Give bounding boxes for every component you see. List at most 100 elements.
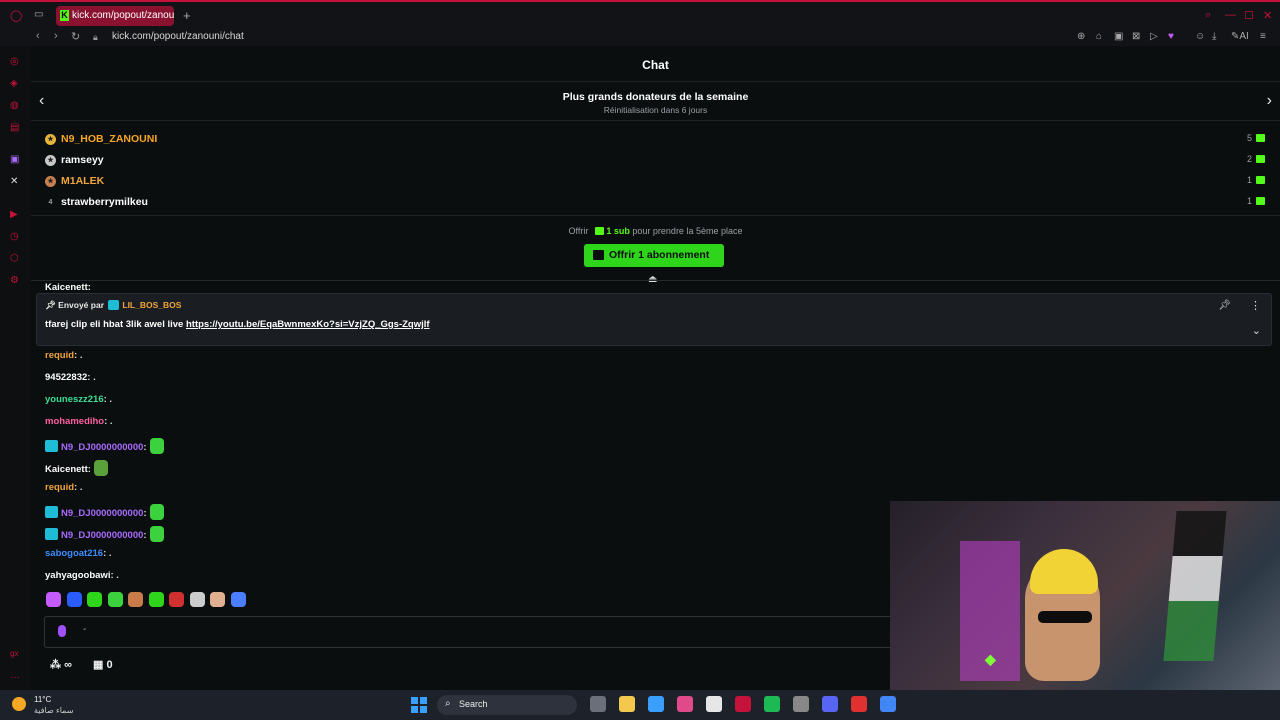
opera-logo-icon[interactable]: ◯ [10,9,22,22]
taskbar-app-icon[interactable] [793,696,809,712]
quick-emote-icon[interactable] [46,592,61,607]
quick-emote-icon[interactable] [66,592,82,607]
expand-chevron-icon[interactable]: ⌄ [1252,324,1261,337]
sidebar-settings-icon[interactable]: ⚙ [10,275,19,286]
ai-icon[interactable]: ✎AI [1231,31,1249,42]
chat-username[interactable]: requid [45,482,74,493]
sidebar-mail-icon[interactable]: ▤ [10,122,19,133]
chat-message: 94522832: . [45,372,96,383]
quick-emote-icon[interactable] [107,592,123,607]
chat-text: : [143,442,147,453]
chat-message: sabogoat216: . [45,548,112,559]
minimize-icon[interactable]: — [1225,9,1236,21]
gift-sub-button[interactable]: Offrir 1 abonnement [584,244,724,267]
play-icon[interactable]: ▷ [1150,31,1158,42]
next-arrow-icon[interactable]: › [1267,92,1272,110]
profile-icon[interactable]: ☺ [1195,31,1205,42]
chat-username[interactable]: youneszz216 [45,394,104,405]
chat-message: N9_DJ0000000000: [45,526,164,542]
donor-name[interactable]: strawberrymilkeu [61,196,148,208]
chat-username[interactable]: 94522832 [45,372,87,383]
gift-icon [593,250,604,260]
taskbar-app-icon[interactable] [822,696,838,712]
more-options-icon[interactable]: ⋮ [1250,299,1261,312]
taskbar-app-icon[interactable] [735,696,751,712]
chat-username[interactable]: N9_DJ0000000000 [61,508,143,519]
chat-username[interactable]: mohamediho [45,416,104,427]
sidebar-extensions-icon[interactable]: ⬡ [10,253,19,264]
taskbar-app-icon[interactable] [851,696,867,712]
quick-emote-icon[interactable] [230,592,246,607]
chat-message: requid: . [45,350,82,361]
points-value: ∞ [64,659,72,671]
gift-count: 0 [106,659,113,671]
quick-emote-icon[interactable] [128,592,143,607]
top-donors-header: ‹ Plus grands donateurs de la semaine Ré… [31,83,1280,121]
donor-name[interactable]: M1ALEK [61,175,104,187]
taskbar-app-icon[interactable] [764,696,780,712]
taskbar-app-icon[interactable] [648,696,664,712]
quick-emote-icon[interactable] [210,592,225,607]
donor-name[interactable]: ramseyy [61,154,104,166]
tab-menu-icon[interactable]: ▭ [34,9,43,20]
gift-store-icon[interactable]: ▦ [93,659,103,671]
sub-icon [1256,176,1265,184]
camera-icon[interactable]: ▣ [1114,31,1123,42]
taskbar-app-icon[interactable] [590,696,606,712]
taskbar-app-icon[interactable] [619,696,635,712]
chat-username[interactable]: N9_DJ0000000000 [61,442,143,453]
sidebar-more-icon[interactable]: … [10,670,20,681]
sidebar-x-icon[interactable]: ✕ [10,176,18,187]
quick-emote-icon[interactable] [148,592,164,607]
maximize-icon[interactable]: ☐ [1244,9,1254,22]
zoom-icon[interactable]: ⊕ [1077,31,1085,42]
new-tab-icon[interactable]: + [183,8,191,23]
browser-tab-active[interactable]: K kick.com/popout/zanouni/ [56,6,174,26]
reload-icon[interactable]: ↻ [71,30,80,43]
chat-username[interactable]: requid [45,350,74,361]
pinned-message: 📌︎ Envoyé par LIL_BOS_BOS tfarej clip el… [36,293,1272,346]
snapshot-icon[interactable]: ⌂ [1096,31,1102,42]
taskbar-app-icon[interactable] [677,696,693,712]
chat-username[interactable]: Kaicenett [45,464,88,475]
pinned-user[interactable]: LIL_BOS_BOS [122,300,181,310]
quick-emote-icon[interactable] [87,592,102,607]
unpin-icon[interactable]: 📌︎ [1218,300,1231,311]
sidebar-gx-icon[interactable]: gx [10,649,18,658]
taskbar-search[interactable]: ⌕ Search [437,695,577,715]
chat-username[interactable]: sabogoat216 [45,548,103,559]
chat-input[interactable]: - [44,616,894,648]
quick-emote-icon[interactable] [189,592,205,607]
sidebar-messenger-icon[interactable]: ◍ [10,100,19,111]
chat-text: : [143,530,147,541]
donor-name[interactable]: N9_HOB_ZANOUNI [61,133,157,145]
taskbar-app-icon[interactable] [706,696,722,712]
menu-icon[interactable]: ≡ [1260,31,1266,42]
close-window-icon[interactable]: ✕ [1263,9,1272,22]
sidebar-ai-icon[interactable]: ◎ [10,56,19,67]
pinned-link[interactable]: https://youtu.be/EqaBwnmexKo?si=VzjZQ_Gg… [186,319,430,330]
block-icon[interactable]: ⊠ [1132,31,1140,42]
windows-start-icon[interactable] [411,697,427,713]
chat-username[interactable]: yahyagoobawi [45,570,110,581]
quick-emote-icon[interactable] [169,592,184,607]
points-icon[interactable]: ⁂ [50,659,61,671]
search-tabs-icon[interactable]: ⌕ [1205,9,1211,22]
download-icon[interactable]: ⤓ [1212,31,1216,42]
sidebar-bag-icon[interactable]: ◈ [10,78,18,89]
chat-username[interactable]: N9_DJ0000000000 [61,530,143,541]
heart-icon[interactable]: ♥ [1168,31,1174,42]
sidebar-twitch-icon[interactable]: ▣ [10,154,19,165]
sidebar-history-icon[interactable]: ◷ [10,231,19,242]
partial-message: Kaicenett: [45,282,91,293]
donor-count-value: 5 [1246,133,1252,143]
emote-picker-icon[interactable] [58,625,66,637]
rank-medal-icon: ★ [45,176,56,187]
taskbar-app-icon[interactable] [880,696,896,712]
url-field[interactable]: kick.com/popout/zanouni/chat [112,31,244,42]
prev-arrow-icon[interactable]: ‹ [39,92,44,110]
sidebar-player-icon[interactable]: ▶ [10,209,18,220]
forward-icon[interactable]: › [54,30,58,42]
donors-title: Plus grands donateurs de la semaine [562,91,749,103]
back-icon[interactable]: ‹ [36,30,40,42]
